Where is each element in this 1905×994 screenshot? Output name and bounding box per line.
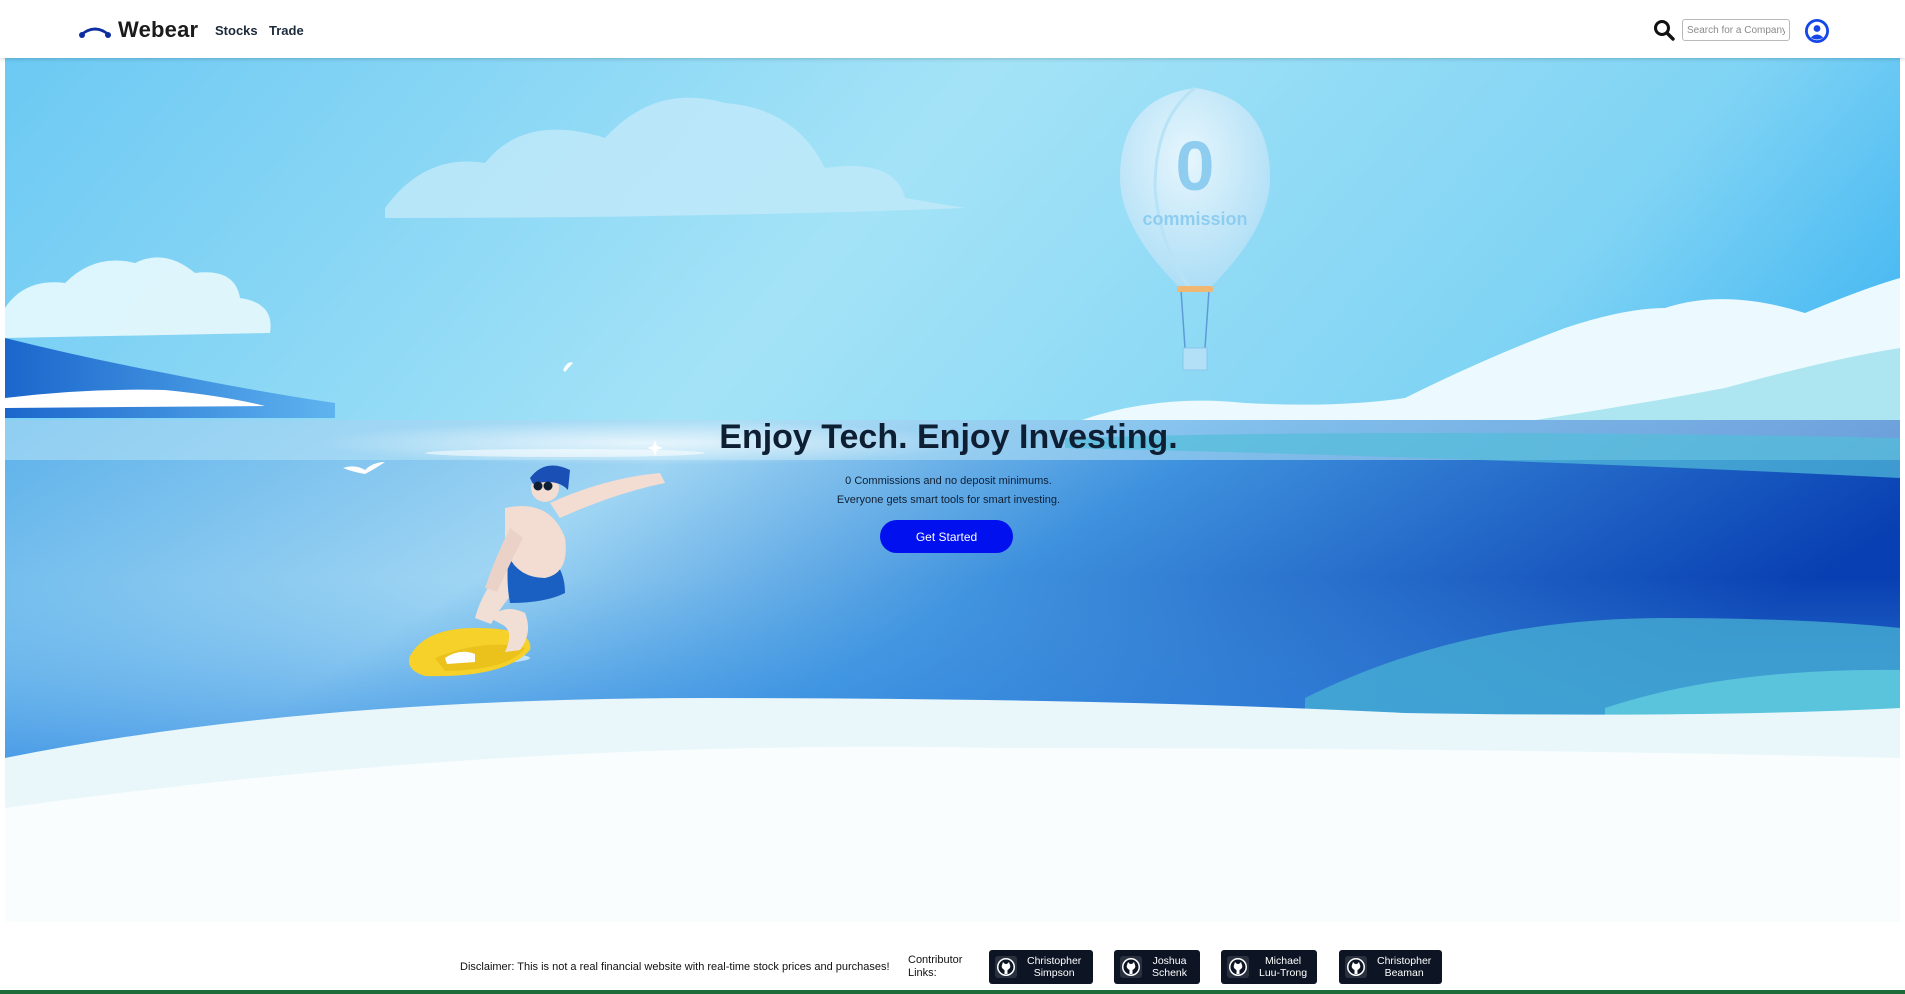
search-icon[interactable] <box>1653 19 1675 41</box>
contributor-last-name: Simpson <box>1033 967 1075 979</box>
svg-text:commission: commission <box>1142 209 1247 229</box>
hero-section: 0 commission Enjoy Tech. Enjoy Investing… <box>5 58 1900 922</box>
disclaimer-text: Disclaimer: This is not a real financial… <box>460 961 890 973</box>
contributor-badge-joshua-schenk[interactable]: Joshua Schenk <box>1114 950 1200 984</box>
top-navbar: Webear Stocks Trade <box>0 0 1905 58</box>
contributor-last-name: Beaman <box>1384 967 1424 979</box>
contributor-links-label: Contributor Links: <box>908 954 963 979</box>
user-circle-icon[interactable] <box>1804 18 1830 44</box>
hero-illustration: 0 commission <box>5 58 1900 922</box>
bear-arc-logo-icon <box>79 27 111 38</box>
hero-subtitle-line-2: Everyone gets smart tools for smart inve… <box>836 494 1061 506</box>
contributor-badge-christopher-simpson[interactable]: Christopher Simpson <box>989 950 1093 984</box>
footer-bottom-bar <box>0 990 1905 994</box>
svg-text:0: 0 <box>1176 127 1215 205</box>
hero-subtitle-line-1: 0 Commissions and no deposit minimums. <box>845 475 1052 487</box>
contributor-badge-michael-luu-trong[interactable]: Michael Luu-Trong <box>1221 950 1317 984</box>
hero-title: Enjoy Tech. Enjoy Investing. <box>719 418 1178 456</box>
github-icon <box>1227 956 1249 978</box>
brand[interactable]: Webear <box>78 17 198 43</box>
search-input[interactable] <box>1682 19 1790 41</box>
get-started-button[interactable]: Get Started <box>880 520 1013 553</box>
brand-name: Webear <box>118 17 199 42</box>
nav-stocks-link[interactable]: Stocks <box>215 23 258 38</box>
contributor-last-name: Schenk <box>1152 967 1188 979</box>
nav-trade-link[interactable]: Trade <box>269 23 304 38</box>
contributor-first-name: Christopher <box>1027 955 1082 967</box>
contributor-first-name: Michael <box>1264 955 1302 967</box>
github-icon <box>1345 956 1367 978</box>
github-icon <box>995 956 1017 978</box>
contributor-first-name: Joshua <box>1152 955 1187 967</box>
github-icon <box>1120 956 1142 978</box>
contributor-last-name: Luu-Trong <box>1259 967 1308 979</box>
contributor-badge-christopher-beaman[interactable]: Christopher Beaman <box>1339 950 1442 984</box>
contributor-first-name: Christopher <box>1377 955 1432 967</box>
